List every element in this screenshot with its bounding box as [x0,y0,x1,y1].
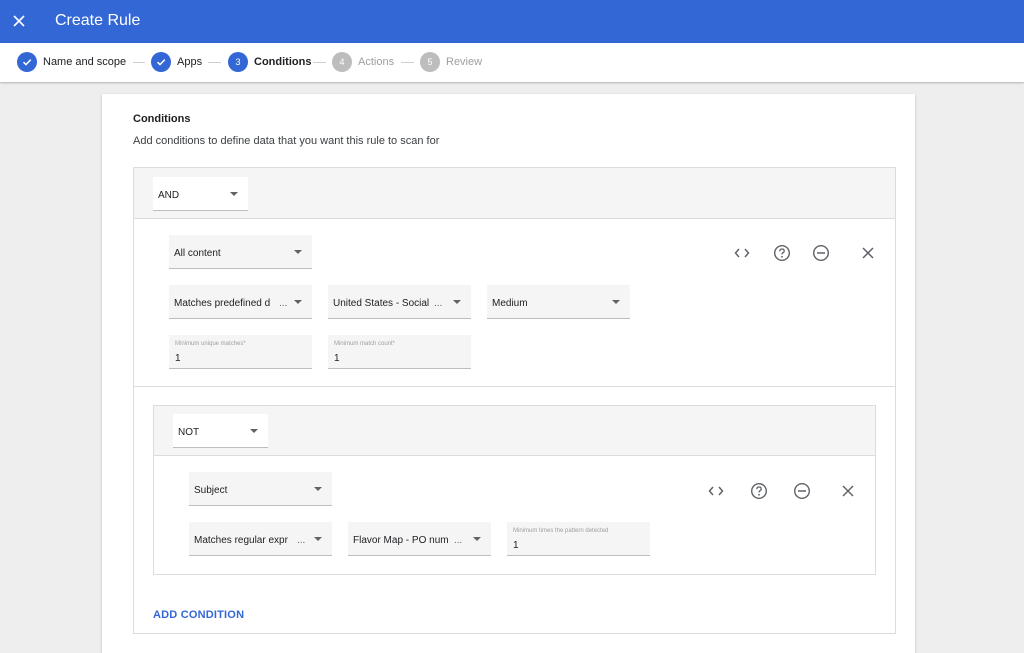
stepper: Name and scope Apps 3 Conditions 4 Actio… [0,43,1024,82]
condition-group-not: NOT Subject Matches regular expr ... Fla… [153,405,876,575]
step-number-3: 3 [228,52,248,72]
step-conditions[interactable]: 3 Conditions [228,52,311,72]
step-label: Name and scope [43,56,127,68]
step-connector [313,62,326,63]
remove-circle-icon[interactable] [793,482,811,500]
dropdown-arrow-icon [612,300,620,304]
dropdown-arrow-icon [473,537,481,541]
dropdown-arrow-icon [314,537,322,541]
step-name-and-scope[interactable]: Name and scope [17,52,126,72]
remove-circle-icon[interactable] [812,244,830,262]
min-times-pattern-field[interactable]: Minimum times the pattern detected 1 [507,522,650,556]
operator-select-not[interactable]: NOT [173,414,268,448]
step-label: Review [446,56,483,68]
likelihood-select[interactable]: Medium [487,285,630,319]
dropdown-arrow-icon [294,250,302,254]
check-icon [17,52,37,72]
detector-select[interactable]: Flavor Map - PO num ... [348,522,491,556]
min-match-count-field[interactable]: Minimum match count* 1 [328,335,471,369]
condition-group-and: AND All content Matches predefined d ... [133,167,896,634]
dropdown-arrow-icon [294,300,302,304]
step-actions[interactable]: 4 Actions [332,52,394,72]
detector-select[interactable]: United States - Social ... [328,285,471,319]
page-title: Create Rule [55,12,141,29]
step-connector [401,62,414,63]
step-connector [208,62,221,63]
step-label: Conditions [254,56,312,68]
match-type-select[interactable]: Matches predefined d ... [169,285,312,319]
step-review[interactable]: 5 Review [420,52,482,72]
operator-select-and[interactable]: AND [153,177,248,211]
help-icon[interactable] [773,244,791,262]
close-icon[interactable] [10,12,28,30]
dropdown-arrow-icon [453,300,461,304]
dropdown-arrow-icon [314,487,322,491]
app-bar: Create Rule [0,0,1024,43]
check-icon [151,52,171,72]
group-header: AND [134,168,895,219]
dropdown-arrow-icon [230,192,238,196]
min-unique-matches-field[interactable]: Minimum unique matches* 1 [169,335,312,369]
step-label: Actions [358,56,395,68]
step-number-5: 5 [420,52,440,72]
add-condition-button[interactable]: ADD CONDITION [153,609,244,621]
card-description: Add conditions to define data that you w… [133,135,440,147]
close-icon[interactable] [839,482,857,500]
step-connector [133,62,145,63]
dropdown-arrow-icon [250,429,258,433]
group-header: NOT [154,406,875,456]
content-select[interactable]: All content [169,235,312,269]
conditions-card: Conditions Add conditions to define data… [102,94,915,653]
divider [134,386,895,387]
card-title: Conditions [133,113,191,125]
content-select[interactable]: Subject [189,472,332,506]
code-icon[interactable] [733,244,751,262]
close-icon[interactable] [859,244,877,262]
match-type-select[interactable]: Matches regular expr ... [189,522,332,556]
step-apps[interactable]: Apps [151,52,202,72]
help-icon[interactable] [750,482,768,500]
step-label: Apps [177,56,203,68]
code-icon[interactable] [707,482,725,500]
step-number-4: 4 [332,52,352,72]
